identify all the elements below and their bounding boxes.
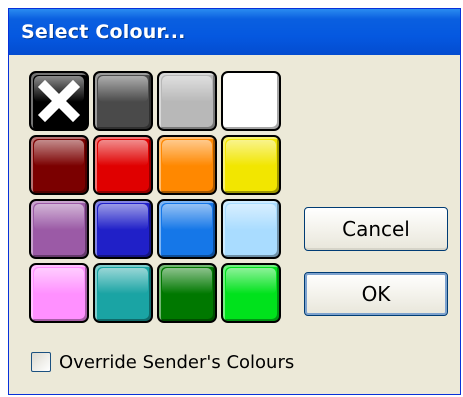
ok-button-label: OK [361, 282, 391, 306]
colour-palette-grid [29, 71, 285, 327]
colour-swatch-none[interactable] [29, 71, 89, 131]
cancel-button[interactable]: Cancel [304, 207, 448, 251]
colour-swatch-orange[interactable] [157, 135, 217, 195]
colour-swatch-white[interactable] [221, 71, 281, 131]
override-checkbox[interactable] [31, 352, 51, 372]
colour-swatch-dark-gray[interactable] [93, 71, 153, 131]
override-sender-colours[interactable]: Override Sender's Colours [31, 350, 294, 374]
colour-swatch-purple[interactable] [29, 199, 89, 259]
colour-swatch-light-blue[interactable] [221, 199, 281, 259]
dialog-title: Select Colour... [21, 21, 186, 43]
colour-swatch-red[interactable] [93, 135, 153, 195]
colour-swatch-yellow[interactable] [221, 135, 281, 195]
x-icon [37, 79, 81, 123]
override-label: Override Sender's Colours [59, 351, 295, 373]
colour-swatch-sky-blue[interactable] [157, 199, 217, 259]
colour-swatch-green[interactable] [221, 263, 281, 323]
colour-swatch-blue[interactable] [93, 199, 153, 259]
colour-swatch-maroon[interactable] [29, 135, 89, 195]
colour-swatch-teal[interactable] [93, 263, 153, 323]
cancel-button-label: Cancel [342, 217, 410, 241]
colour-swatch-dark-green[interactable] [157, 263, 217, 323]
colour-swatch-pink[interactable] [29, 263, 89, 323]
colour-swatch-light-gray[interactable] [157, 71, 217, 131]
ok-button[interactable]: OK [304, 272, 448, 316]
select-colour-dialog: Select Colour... Cancel OK Override Send… [8, 8, 461, 395]
dialog-titlebar[interactable]: Select Colour... [9, 9, 460, 55]
